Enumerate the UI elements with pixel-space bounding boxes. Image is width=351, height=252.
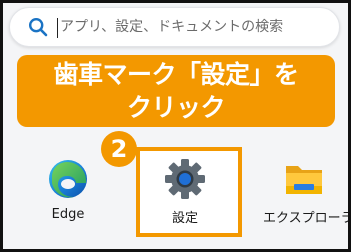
edge-icon xyxy=(49,160,87,198)
search-bar[interactable] xyxy=(9,7,340,47)
step-number-badge: 2 xyxy=(101,131,137,167)
search-icon xyxy=(28,17,48,37)
instruction-banner: 歯車マーク「設定」を クリック xyxy=(17,55,335,127)
app-settings[interactable]: 設定 xyxy=(130,135,240,249)
text-caret xyxy=(57,18,58,38)
instruction-line-2: クリック xyxy=(126,93,226,122)
app-label-settings: 設定 xyxy=(171,211,198,226)
instruction-line-1: 歯車マーク「設定」を xyxy=(53,60,299,89)
app-label-explorer: エクスプローラー xyxy=(263,211,348,226)
app-label-edge: Edge xyxy=(51,207,85,222)
folder-icon xyxy=(286,166,322,194)
pinned-apps-row: Edge 設定 エクスプロー xyxy=(3,135,348,249)
gear-icon xyxy=(165,159,205,199)
search-input[interactable] xyxy=(60,11,330,43)
screenshot-frame: 歯車マーク「設定」を クリック xyxy=(0,0,351,252)
app-file-explorer[interactable]: エクスプローラー xyxy=(249,135,348,249)
